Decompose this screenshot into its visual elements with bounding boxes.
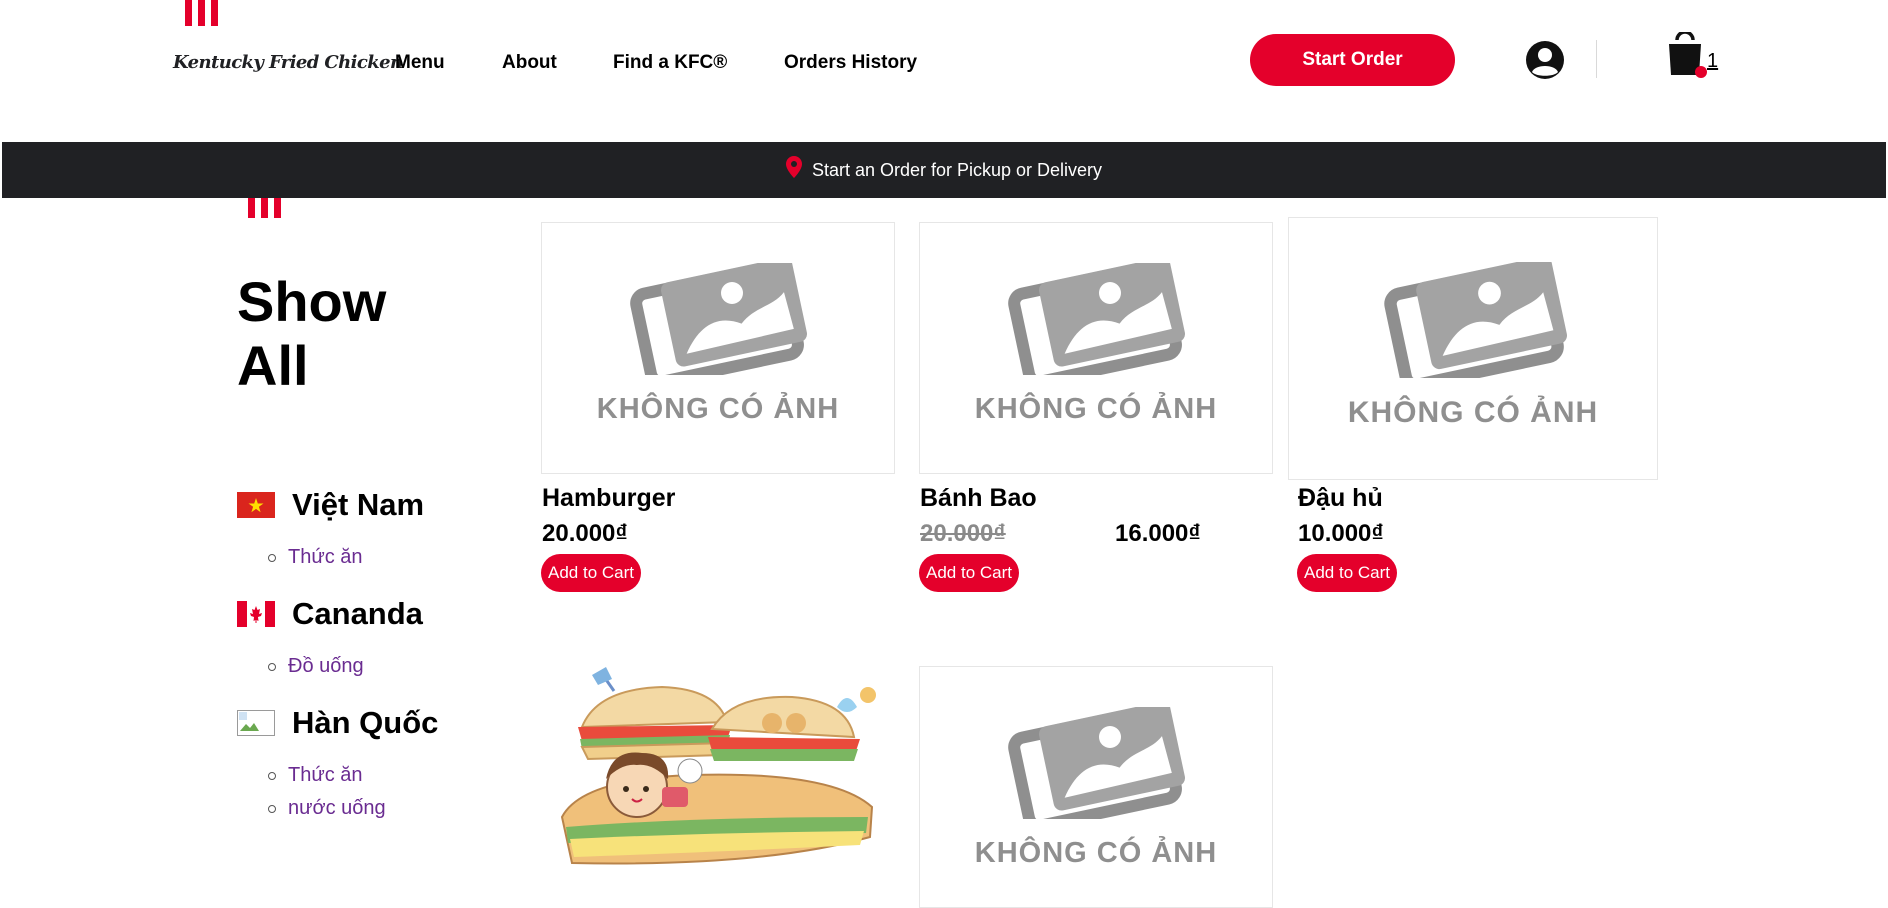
category-link[interactable]: nước uống (268, 792, 386, 825)
product-name[interactable]: Bánh Bao (920, 484, 1037, 513)
product-name[interactable]: Đậu hủ (1298, 484, 1383, 513)
vietnam-categories: Thức ăn (268, 541, 363, 574)
map-pin-icon (785, 156, 802, 178)
broken-image-icon (237, 710, 275, 736)
nav-find-kfc[interactable]: Find a KFC® (613, 52, 727, 74)
order-banner[interactable]: Start an Order for Pickup or Delivery (2, 142, 1886, 198)
no-image-text: KHÔNG CÓ ẢNH (596, 393, 840, 425)
vietnam-flag-icon (237, 492, 275, 518)
product-image[interactable]: KHÔNG CÓ ẢNH (541, 222, 895, 474)
header-divider (1596, 40, 1597, 78)
add-to-cart-button[interactable]: Add to Cart (1297, 554, 1397, 592)
category-link[interactable]: Thức ăn (268, 759, 386, 792)
product-image[interactable] (541, 666, 895, 884)
brand-wordmark[interactable]: Kentucky Fried Chicken (173, 52, 403, 73)
country-name: Cananda (292, 596, 423, 631)
product-price: 10.000₫ (1298, 520, 1384, 547)
country-vietnam[interactable]: Việt Nam (237, 487, 424, 523)
category-link[interactable]: Thức ăn (268, 541, 363, 574)
product-old-price: 20.000₫ (920, 520, 1006, 547)
no-image-icon (1384, 262, 1567, 378)
sandwich-illustration (542, 667, 894, 883)
order-banner-text: Start an Order for Pickup or Delivery (811, 159, 1103, 180)
no-image-icon (1008, 707, 1185, 819)
user-account-icon[interactable] (1525, 40, 1565, 80)
add-to-cart-button[interactable]: Add to Cart (541, 554, 641, 592)
no-image-text: KHÔNG CÓ ẢNH (1347, 396, 1599, 429)
kfc-logo-stripes[interactable] (185, 0, 218, 26)
no-image-icon (1008, 263, 1185, 375)
korea-categories: Thức ăn nước uống (268, 759, 386, 825)
cart-count-badge[interactable]: 1 (1707, 50, 1718, 73)
country-korea[interactable]: Hàn Quốc (237, 705, 438, 741)
nav-menu[interactable]: Menu (395, 52, 445, 74)
no-image-text: KHÔNG CÓ ẢNH (974, 393, 1218, 425)
country-canada[interactable]: Cananda (237, 596, 423, 632)
category-link[interactable]: Đồ uống (268, 650, 364, 683)
product-sale-price: 16.000₫ (1115, 520, 1201, 547)
nav-about[interactable]: About (502, 52, 557, 74)
show-all-heading[interactable]: Show All (237, 270, 437, 398)
product-image[interactable]: KHÔNG CÓ ẢNH (919, 222, 1273, 474)
canada-categories: Đồ uống (268, 650, 364, 683)
product-name[interactable]: Hamburger (542, 484, 675, 513)
no-image-icon (630, 263, 807, 375)
no-image-text: KHÔNG CÓ ẢNH (974, 837, 1218, 869)
product-image[interactable]: KHÔNG CÓ ẢNH (919, 666, 1273, 908)
product-image[interactable]: KHÔNG CÓ ẢNH (1288, 217, 1658, 480)
sidebar-logo-stripes (248, 198, 281, 218)
start-order-button[interactable]: Start Order (1250, 34, 1455, 86)
add-to-cart-button[interactable]: Add to Cart (919, 554, 1019, 592)
country-name: Hàn Quốc (292, 705, 439, 740)
canada-flag-icon (237, 601, 275, 627)
site-header: Kentucky Fried Chicken Menu About Find a… (0, 0, 1888, 141)
product-price: 20.000₫ (542, 520, 628, 547)
nav-orders-history[interactable]: Orders History (784, 52, 917, 74)
country-name: Việt Nam (292, 487, 425, 522)
